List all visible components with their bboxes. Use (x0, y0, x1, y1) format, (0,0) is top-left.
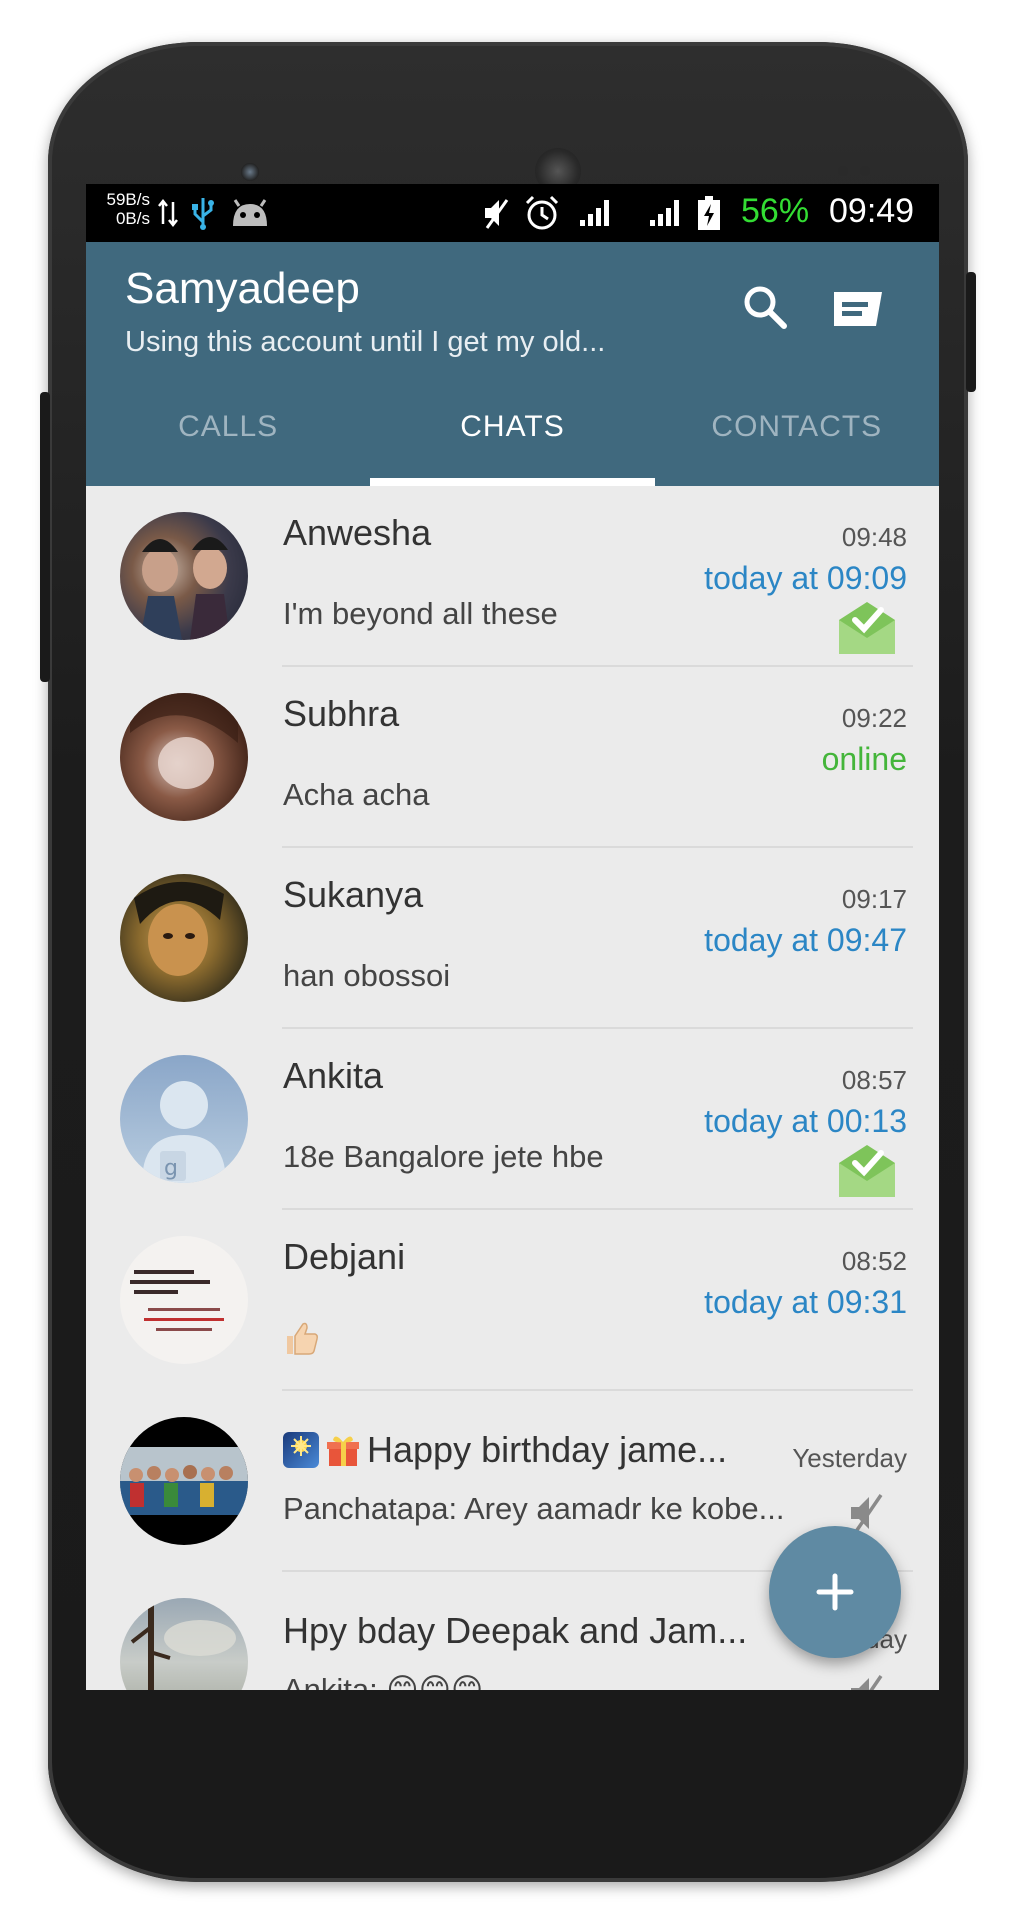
tab-bar: CALLS CHATS CONTACTS (86, 368, 939, 486)
group-name: Hpy bday Deepak and Jam... (283, 1610, 748, 1651)
new-chat-fab[interactable] (769, 1526, 901, 1658)
volume-button (40, 392, 50, 682)
online-status: online (821, 741, 907, 777)
data-transfer-icon (156, 196, 180, 230)
message-preview: 18e Bangalore jete hbe (283, 1139, 604, 1174)
last-seen: today at 09:31 (704, 1284, 907, 1320)
message-time: 08:57 (841, 1065, 907, 1095)
tab-chats[interactable]: CHATS (370, 368, 655, 486)
svg-text:g: g (164, 1156, 178, 1181)
battery-charging-icon (694, 196, 724, 230)
mute-icon (480, 196, 514, 230)
app-bar: Samyadeep Using this account until I get… (86, 242, 939, 486)
avatar: g (120, 1055, 248, 1183)
last-seen: today at 09:47 (704, 922, 907, 958)
chat-row-sukanya[interactable]: Sukanya han obossoi 09:17 today at 09:47 (86, 848, 939, 1029)
network-speed: 59B/s 0B/s (100, 190, 150, 228)
default-avatar-icon: g (142, 1081, 226, 1183)
proximity-sensor (838, 166, 848, 176)
contact-name: Debjani (283, 1236, 406, 1277)
message-preview (283, 1320, 319, 1364)
message-preview: Panchatapa: Arey aamadr ke kobe... (283, 1491, 785, 1526)
search-button[interactable] (738, 280, 794, 336)
read-receipt-icon (837, 598, 897, 656)
read-receipt-icon (837, 1141, 897, 1199)
net-upload: 59B/s (106, 190, 150, 209)
avatar (120, 512, 248, 640)
avatar (120, 1236, 248, 1364)
front-camera (241, 163, 259, 181)
thumbs-up-icon (287, 1322, 318, 1355)
fireworks-icon (283, 1432, 319, 1468)
message-time: 09:48 (841, 522, 907, 552)
tab-calls[interactable]: CALLS (86, 368, 370, 486)
tab-contacts[interactable]: CONTACTS (655, 368, 939, 486)
account-name[interactable]: Samyadeep (125, 264, 360, 314)
light-sensor (860, 166, 870, 176)
status-bar: 59B/s 0B/s 56% 09:49 (86, 184, 939, 242)
alarm-icon (522, 195, 562, 230)
contact-name: Sukanya (283, 874, 424, 915)
status-clock: 09:49 (829, 192, 915, 230)
contact-name: Ankita (283, 1055, 384, 1096)
net-download: 0B/s (115, 209, 150, 228)
contact-name: Subhra (283, 693, 400, 734)
message-time: 09:17 (841, 884, 907, 914)
message-time: 09:22 (841, 703, 907, 733)
message-preview: han obossoi (283, 958, 451, 993)
new-broadcast-button[interactable] (830, 282, 886, 338)
message-time: 08:52 (841, 1246, 907, 1276)
message-preview: I'm beyond all these (283, 596, 558, 631)
message-icon (834, 292, 882, 326)
signal-icon (646, 196, 686, 230)
message-preview: Acha acha (283, 777, 430, 812)
chat-row-anwesha[interactable]: Anwesha I'm beyond all these 09:48 today… (86, 486, 939, 667)
chat-row-ankita[interactable]: g Ankita 18e Bangalore jete hbe 08:57 to… (86, 1029, 939, 1210)
search-icon (744, 286, 787, 329)
power-button (966, 272, 976, 392)
chat-row-subhra[interactable]: Subhra Acha acha 09:22 online (86, 667, 939, 848)
muted-icon (847, 1672, 887, 1690)
group-avatar (120, 1417, 248, 1545)
avatar (120, 693, 248, 821)
group-title: Happy birthday jame... (283, 1429, 727, 1471)
avatar (120, 874, 248, 1002)
account-status: Using this account until I get my old... (125, 326, 606, 358)
chat-row-debjani[interactable]: Debjani 08:52 today at 09:31 (86, 1210, 939, 1391)
battery-percent: 56% (741, 192, 810, 230)
chat-list: Anwesha I'm beyond all these 09:48 today… (86, 486, 939, 1690)
message-time: Yesterday (792, 1443, 907, 1473)
android-debug-icon (228, 196, 272, 230)
plus-icon (816, 1573, 854, 1611)
group-name: Happy birthday jame... (367, 1429, 728, 1470)
last-seen: today at 00:13 (704, 1103, 907, 1139)
group-avatar (120, 1598, 248, 1690)
gift-icon (325, 1432, 361, 1468)
contact-name: Anwesha (283, 512, 432, 553)
phone-screen: 59B/s 0B/s 56% 09:49 Samyadeep Using thi… (86, 184, 939, 1690)
signal-icon (576, 196, 616, 230)
usb-icon (188, 196, 218, 230)
last-seen: today at 09:09 (704, 560, 907, 596)
message-preview: Ankita: 😊😊😊 (283, 1672, 484, 1690)
group-title: Hpy bday Deepak and Jam... (283, 1610, 747, 1652)
